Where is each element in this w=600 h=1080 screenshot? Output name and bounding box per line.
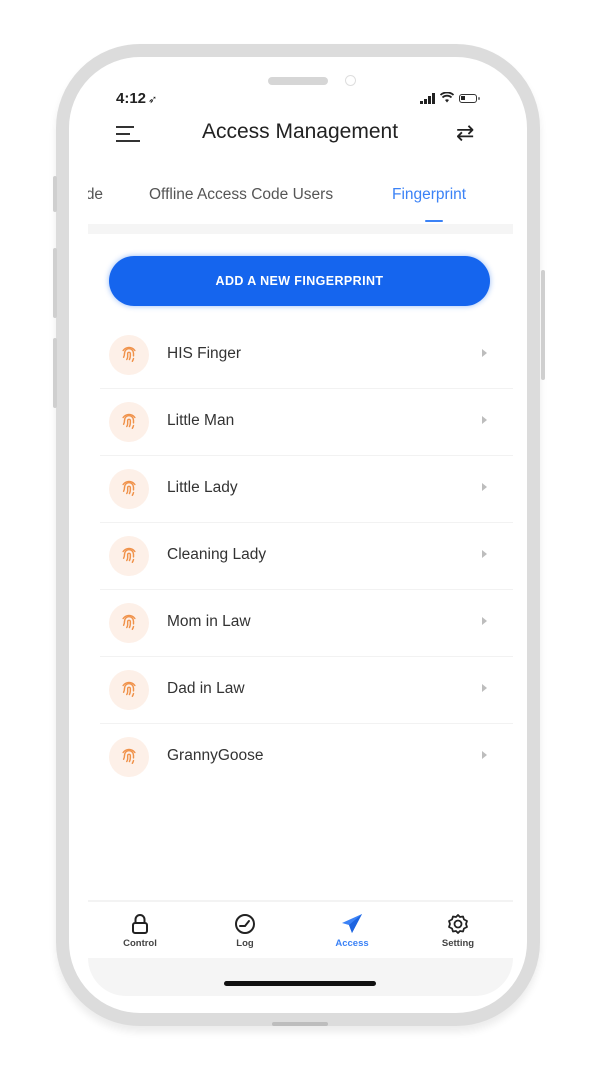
volume-up-button: [53, 248, 57, 318]
nav-item-setting[interactable]: Setting: [423, 912, 493, 949]
bottom-nav-divider: [88, 900, 513, 902]
fingerprint-list: HIS Finger Little Man Little Lady Cleani…: [100, 322, 513, 790]
tab-offline-access-code-users[interactable]: Offline Access Code Users: [149, 186, 333, 204]
add-fingerprint-button[interactable]: ADD A NEW FINGERPRINT: [109, 256, 490, 306]
chevron-right-icon: [482, 751, 487, 759]
fingerprint-name: Little Man: [167, 412, 235, 429]
nav-item-control[interactable]: Control: [105, 912, 175, 949]
fingerprint-name: Dad in Law: [167, 680, 245, 697]
clock-icon: [210, 912, 280, 936]
charging-port: [272, 1022, 328, 1026]
fingerprint-icon: [109, 670, 149, 710]
fingerprint-name: HIS Finger: [167, 345, 242, 362]
lock-icon: [105, 912, 175, 936]
fingerprint-name: Little Lady: [167, 479, 238, 496]
tab-divider: [88, 224, 513, 234]
list-item[interactable]: Little Man: [100, 389, 513, 456]
chevron-right-icon: [482, 617, 487, 625]
power-button: [541, 270, 545, 380]
fingerprint-icon: [109, 402, 149, 442]
fingerprint-name: Cleaning Lady: [167, 546, 267, 563]
chevron-right-icon: [482, 349, 487, 357]
list-item[interactable]: Mom in Law: [100, 590, 513, 657]
chevron-right-icon: [482, 684, 487, 692]
tab-bar: Code Offline Access Code Users Fingerpri…: [88, 186, 513, 216]
active-tab-indicator: [425, 220, 443, 222]
page-title: Access Management: [201, 120, 399, 143]
chevron-right-icon: [482, 416, 487, 424]
volume-down-button: [53, 338, 57, 408]
swap-arrows-icon[interactable]: ⇄: [456, 120, 474, 146]
list-item[interactable]: Little Lady: [100, 456, 513, 523]
paper-plane-icon: [317, 912, 387, 936]
fingerprint-name: Mom in Law: [167, 613, 251, 630]
bottom-nav: Control Log Access Setting: [88, 912, 513, 960]
front-camera: [345, 75, 356, 86]
nav-item-log[interactable]: Log: [210, 912, 280, 949]
nav-item-access[interactable]: Access: [317, 912, 387, 949]
list-item[interactable]: GrannyGoose: [100, 724, 513, 790]
nav-label: Control: [123, 938, 157, 949]
fingerprint-icon: [109, 737, 149, 777]
nav-label: Log: [236, 938, 254, 949]
fingerprint-icon: [109, 469, 149, 509]
home-indicator-area: [88, 958, 513, 996]
status-icons: [420, 91, 480, 105]
tab-code[interactable]: Code: [88, 186, 103, 204]
status-time-text: 4:12: [116, 90, 147, 107]
list-item[interactable]: Cleaning Lady: [100, 523, 513, 590]
status-time: 4:12 ➶: [116, 90, 157, 107]
chevron-right-icon: [482, 550, 487, 558]
mute-switch: [53, 176, 57, 212]
gear-icon: [423, 912, 493, 936]
battery-icon: [459, 94, 480, 103]
chevron-right-icon: [482, 483, 487, 491]
signal-icon: [420, 93, 435, 104]
wifi-icon: [439, 91, 455, 105]
nav-label: Setting: [441, 938, 475, 949]
fingerprint-icon: [109, 536, 149, 576]
earpiece-speaker: [268, 77, 328, 85]
list-item[interactable]: Dad in Law: [100, 657, 513, 724]
fingerprint-icon: [109, 335, 149, 375]
nav-label: Access: [335, 938, 369, 949]
home-indicator[interactable]: [224, 981, 376, 986]
list-item[interactable]: HIS Finger: [100, 322, 513, 389]
location-arrow-icon: ➶: [148, 94, 158, 106]
tab-fingerprint[interactable]: Fingerprint: [392, 186, 466, 204]
hamburger-menu-icon[interactable]: [116, 124, 140, 144]
fingerprint-icon: [109, 603, 149, 643]
fingerprint-name: GrannyGoose: [167, 747, 264, 764]
